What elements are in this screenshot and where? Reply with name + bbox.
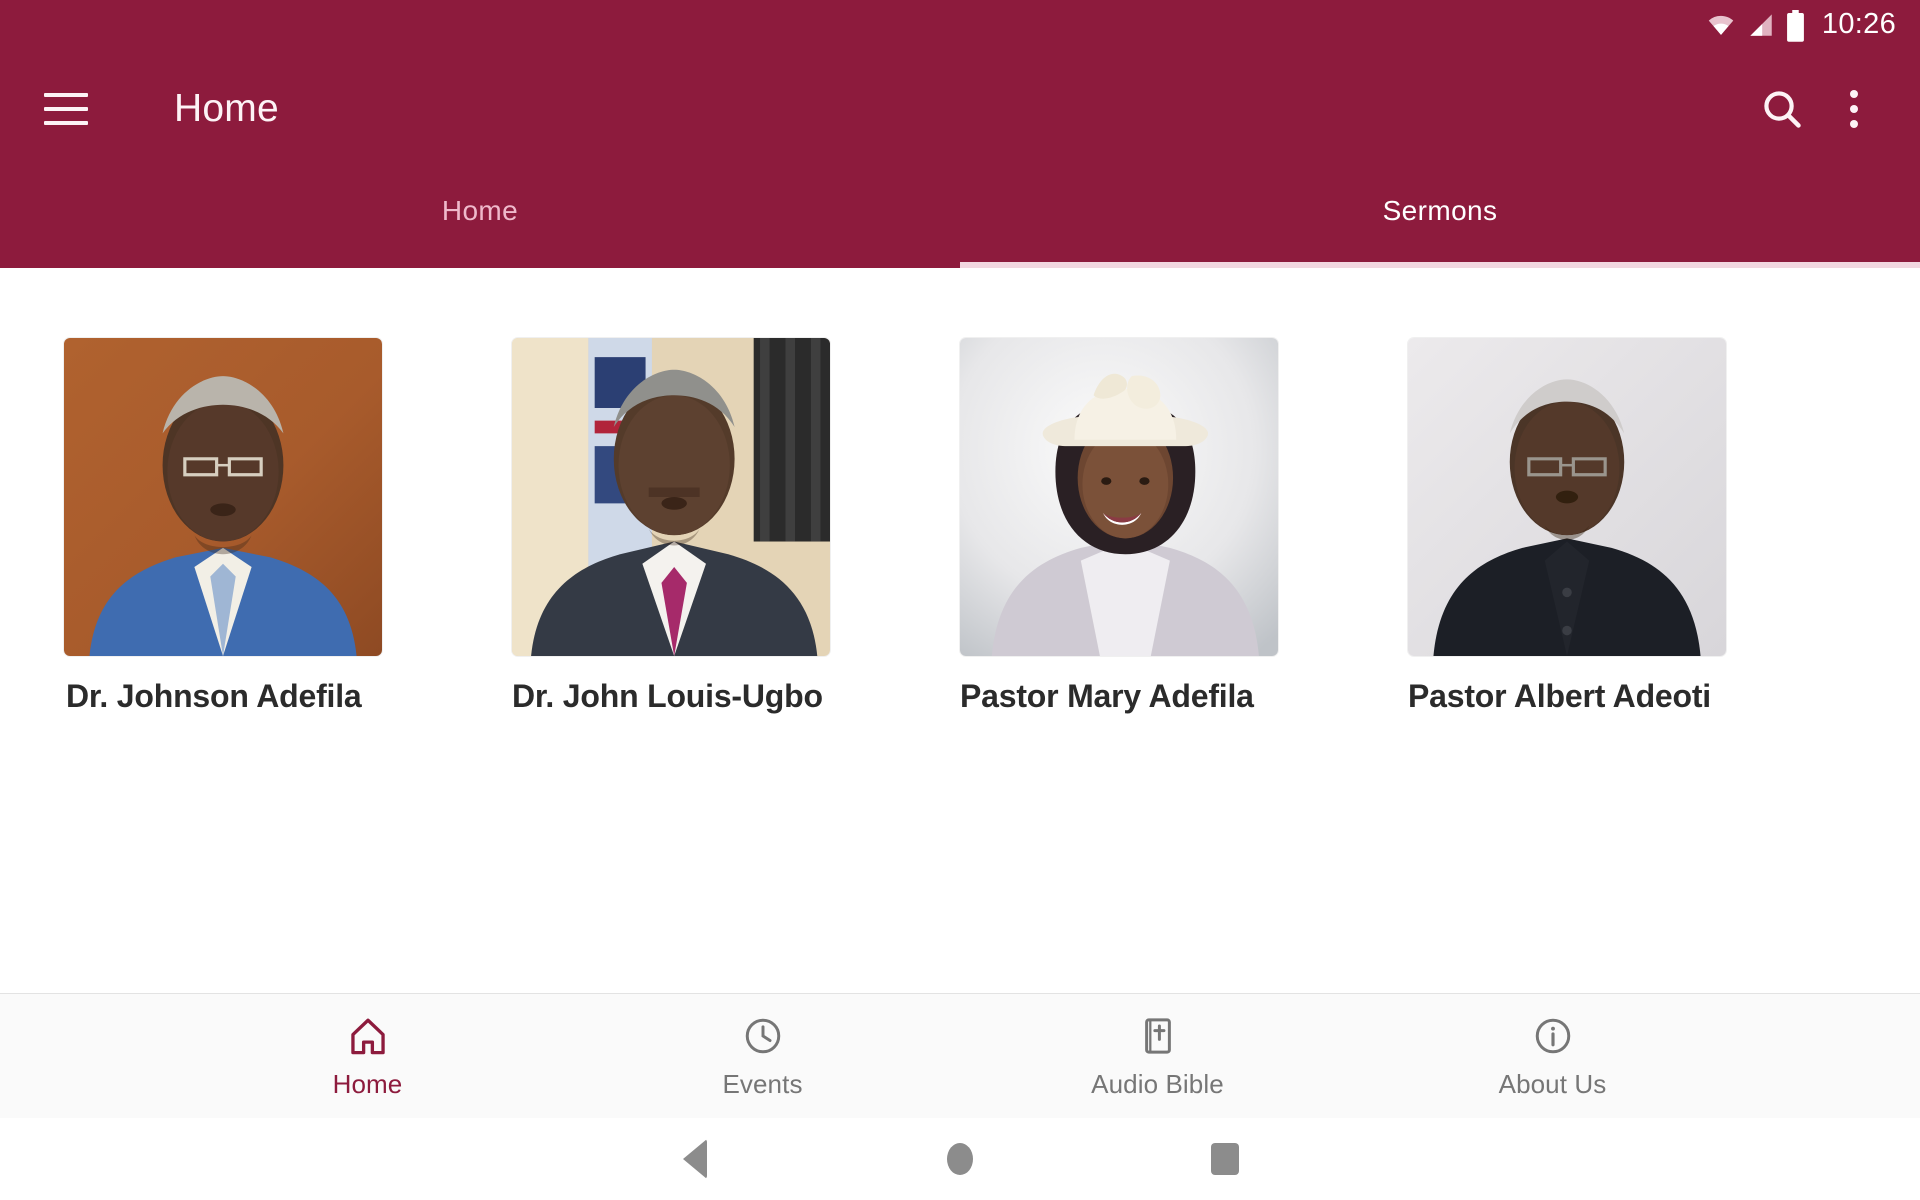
system-back-button[interactable] <box>563 1139 828 1179</box>
speaker-thumbnail[interactable] <box>512 338 830 656</box>
bottom-nav-label: Home <box>332 1068 403 1099</box>
bottom-nav-item-events[interactable]: Events <box>565 1013 960 1100</box>
toolbar: Home <box>0 48 1920 170</box>
speaker-thumbnail[interactable] <box>1408 338 1726 656</box>
hamburger-menu-icon[interactable] <box>44 93 88 125</box>
speaker-name: Dr. John Louis-Ugbo <box>512 678 823 714</box>
speaker-card-row: Dr. Johnson Adefila Dr. John Louis-Ugbo … <box>0 338 1920 715</box>
system-home-button[interactable] <box>828 1143 1093 1175</box>
back-triangle-icon <box>683 1139 707 1179</box>
bible-book-icon <box>1135 1013 1181 1059</box>
recents-square-icon <box>1211 1143 1239 1175</box>
tab-home-label: Home <box>441 195 519 226</box>
bottom-nav-item-audio-bible[interactable]: Audio Bible <box>960 1013 1355 1100</box>
speaker-name: Pastor Albert Adeoti <box>1408 678 1712 714</box>
battery-icon <box>1786 9 1805 42</box>
speaker-card[interactable]: Pastor Albert Adeoti <box>1408 338 1856 715</box>
system-recents-button[interactable] <box>1093 1143 1358 1175</box>
speaker-name: Dr. Johnson Adefila <box>66 678 362 714</box>
speaker-thumbnail[interactable] <box>64 338 382 656</box>
cellular-signal-icon <box>1747 11 1774 37</box>
portrait-man-dark-suit-magenta-tie <box>512 338 830 656</box>
portrait-woman-white-hat-silver-jacket <box>960 338 1278 656</box>
search-icon <box>1761 88 1803 130</box>
portrait-man-blue-suit-orange-background <box>64 338 382 656</box>
page-title: Home <box>174 87 279 130</box>
speaker-name: Pastor Mary Adefila <box>960 678 1254 714</box>
wifi-icon <box>1707 11 1735 37</box>
app-header: 10:26 Home Home Sermons <box>0 0 1920 268</box>
tab-sermons-label: Sermons <box>1382 195 1498 226</box>
sermons-content: Dr. Johnson Adefila Dr. John Louis-Ugbo … <box>0 268 1920 993</box>
status-bar: 10:26 <box>0 0 1920 48</box>
app-screen: 10:26 Home Home Sermons Dr. Johnson Adef… <box>0 0 1920 1200</box>
bottom-nav-label: Audio Bible <box>1091 1068 1224 1099</box>
tab-sermons[interactable]: Sermons <box>960 170 1920 268</box>
portrait-elder-man-black-suit-grey-background <box>1408 338 1726 656</box>
info-circle-icon <box>1530 1013 1576 1059</box>
search-button[interactable] <box>1746 73 1818 145</box>
speaker-thumbnail[interactable] <box>960 338 1278 656</box>
home-icon <box>345 1013 391 1059</box>
overflow-menu-icon <box>1850 90 1858 128</box>
home-circle-icon <box>947 1143 973 1175</box>
clock-icon <box>740 1013 786 1059</box>
bottom-nav-item-home[interactable]: Home <box>170 1013 565 1100</box>
status-bar-clock: 10:26 <box>1821 7 1896 40</box>
status-icon-group <box>1707 9 1805 42</box>
tab-bar: Home Sermons <box>0 170 1920 268</box>
tab-home[interactable]: Home <box>0 170 960 268</box>
overflow-menu-button[interactable] <box>1818 73 1890 145</box>
bottom-nav-item-about-us[interactable]: About Us <box>1355 1013 1750 1100</box>
speaker-card[interactable]: Dr. Johnson Adefila <box>64 338 512 715</box>
bottom-nav-label: About Us <box>1498 1068 1607 1099</box>
bottom-navigation-bar: Home Events Audio Bible About Us <box>0 993 1920 1118</box>
speaker-card[interactable]: Dr. John Louis-Ugbo <box>512 338 960 715</box>
bottom-nav-label: Events <box>722 1068 803 1099</box>
speaker-card[interactable]: Pastor Mary Adefila <box>960 338 1408 715</box>
android-system-navigation-bar <box>0 1118 1920 1200</box>
